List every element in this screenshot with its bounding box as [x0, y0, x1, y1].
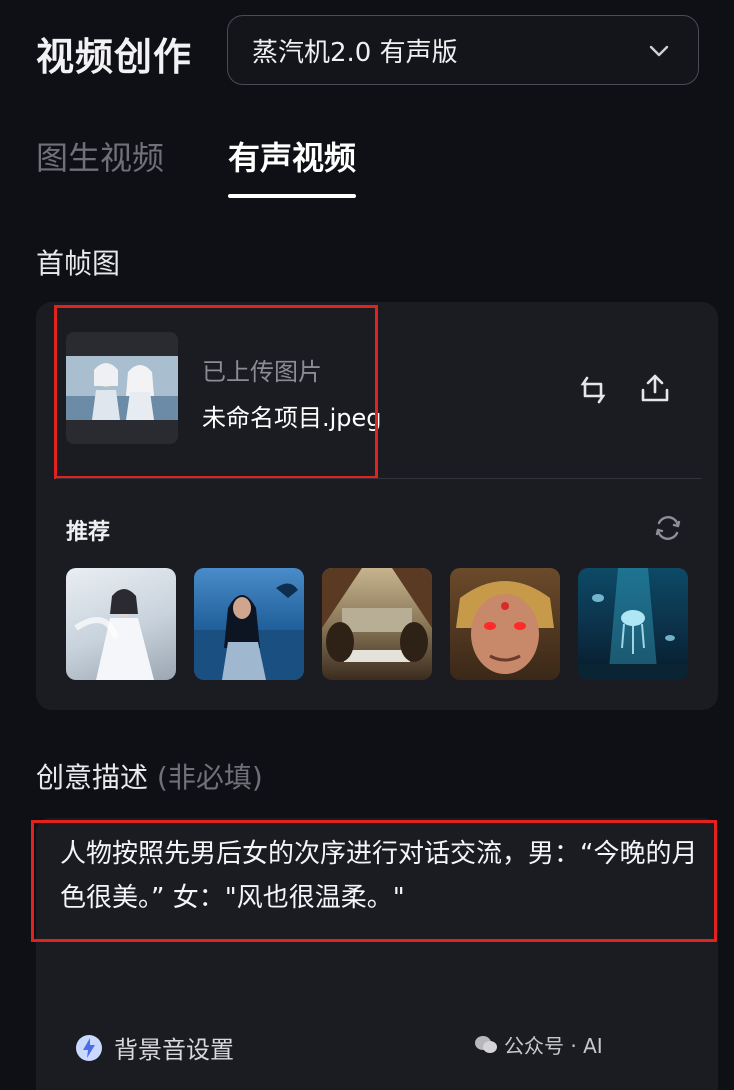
tab-image-to-video[interactable]: 图生视频 — [36, 133, 164, 179]
highlight-box-prompt — [31, 820, 717, 942]
watermark-text: 公众号 · AI — [504, 1034, 603, 1058]
first-frame-title: 首帧图 — [36, 247, 121, 280]
recommend-item-4[interactable] — [450, 568, 560, 680]
tab-sound-video[interactable]: 有声视频 — [228, 133, 356, 179]
ancient-camp-image — [322, 568, 432, 662]
woman-by-sea-image — [194, 583, 304, 680]
monkey-king-image — [456, 581, 554, 674]
video-creation-panel: 视频创作 蒸汽机2.0 有声版 图生视频 有声视频 首帧图 已上传图片 未命名项… — [0, 0, 734, 1090]
creative-title: 创意描述 (非必填) — [36, 756, 263, 796]
upload-icon[interactable] — [637, 370, 673, 406]
recommend-item-2[interactable] — [194, 568, 304, 680]
optional-hint: (非必填) — [156, 761, 263, 794]
refresh-icon[interactable] — [652, 512, 684, 544]
bg-sound-button[interactable]: 背景音设置 — [74, 1030, 234, 1065]
jellyfish-cave-image — [578, 568, 688, 680]
chevron-down-icon — [649, 45, 669, 57]
model-select-value: 蒸汽机2.0 有声版 — [252, 37, 458, 68]
watermark: 公众号 · AI — [474, 1030, 603, 1059]
recommend-item-3[interactable] — [322, 568, 432, 680]
recommend-item-1[interactable] — [66, 568, 176, 680]
creative-title-text: 创意描述 — [36, 761, 149, 794]
highlight-box-upload — [54, 305, 378, 479]
lightning-icon — [76, 1034, 102, 1061]
swap-icon[interactable] — [575, 372, 611, 408]
model-select[interactable]: 蒸汽机2.0 有声版 — [227, 15, 699, 85]
active-tab-indicator — [228, 194, 356, 198]
bg-sound-label: 背景音设置 — [114, 1036, 234, 1064]
wechat-icon — [475, 1035, 497, 1053]
white-robe-woman-image — [74, 589, 154, 680]
recommend-label: 推荐 — [66, 520, 111, 545]
recommend-item-5[interactable] — [578, 568, 688, 680]
page-title: 视频创作 — [36, 35, 193, 79]
card-divider — [56, 478, 702, 479]
